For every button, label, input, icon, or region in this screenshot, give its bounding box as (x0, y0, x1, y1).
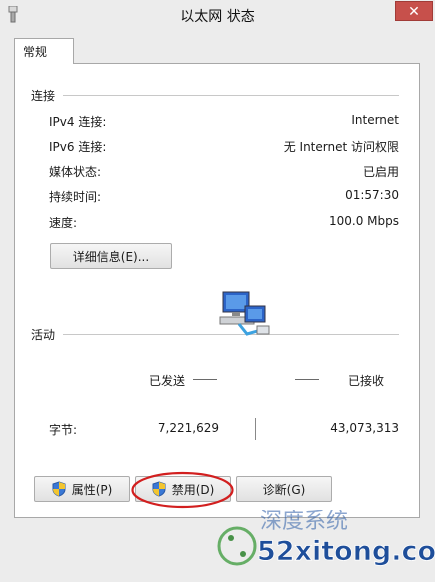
ipv6-value: 无 Internet 访问权限 (283, 140, 399, 154)
bytes-label: 字节: (49, 423, 78, 437)
properties-button-label: 属性(P) (71, 482, 113, 497)
diagnose-button-label: 诊断(G) (262, 482, 306, 497)
bytes-separator (255, 418, 256, 440)
received-line (295, 379, 319, 380)
connection-divider (63, 95, 399, 96)
received-label: 已接收 (348, 374, 385, 388)
sent-label: 已发送 (149, 374, 186, 388)
media-state-value: 已启用 (362, 165, 399, 179)
uac-shield-icon (52, 481, 66, 497)
close-button[interactable]: ✕ (395, 1, 433, 21)
uac-shield-icon (152, 481, 166, 497)
duration-label: 持续时间: (49, 190, 102, 204)
window-title: 以太网 状态 (180, 9, 255, 25)
ipv4-label: IPv4 连接: (49, 115, 107, 129)
tab-general[interactable]: 常规 (14, 38, 74, 64)
bytes-sent-value: 7,221,629 (157, 421, 219, 435)
diagnose-button[interactable]: 诊断(G) (236, 476, 332, 502)
bytes-received-value: 43,073,313 (330, 421, 399, 435)
watermark-logo: 深度系统 52xitong.com (217, 510, 435, 567)
connection-section-title: 连接 (31, 89, 56, 103)
details-button[interactable]: 详细信息(E)... (50, 243, 172, 269)
speed-label: 速度: (49, 216, 78, 230)
network-computers-icon (219, 291, 270, 336)
activity-section-title: 活动 (31, 328, 56, 342)
details-button-label: 详细信息(E)... (72, 249, 150, 264)
svg-text:52xitong.com: 52xitong.com (257, 536, 435, 567)
properties-button[interactable]: 属性(P) (34, 476, 130, 502)
title-bar: 以太网 状态 ✕ (0, 0, 435, 30)
sent-line (193, 379, 217, 380)
ipv4-value: Internet (351, 113, 399, 127)
duration-value: 01:57:30 (345, 188, 399, 202)
media-state-label: 媒体状态: (49, 165, 102, 179)
svg-text:深度系统: 深度系统 (260, 510, 348, 534)
disable-button[interactable]: 禁用(D) (135, 476, 231, 502)
disable-button-label: 禁用(D) (171, 482, 215, 497)
ipv6-label: IPv6 连接: (49, 140, 107, 154)
speed-value: 100.0 Mbps (328, 214, 399, 228)
